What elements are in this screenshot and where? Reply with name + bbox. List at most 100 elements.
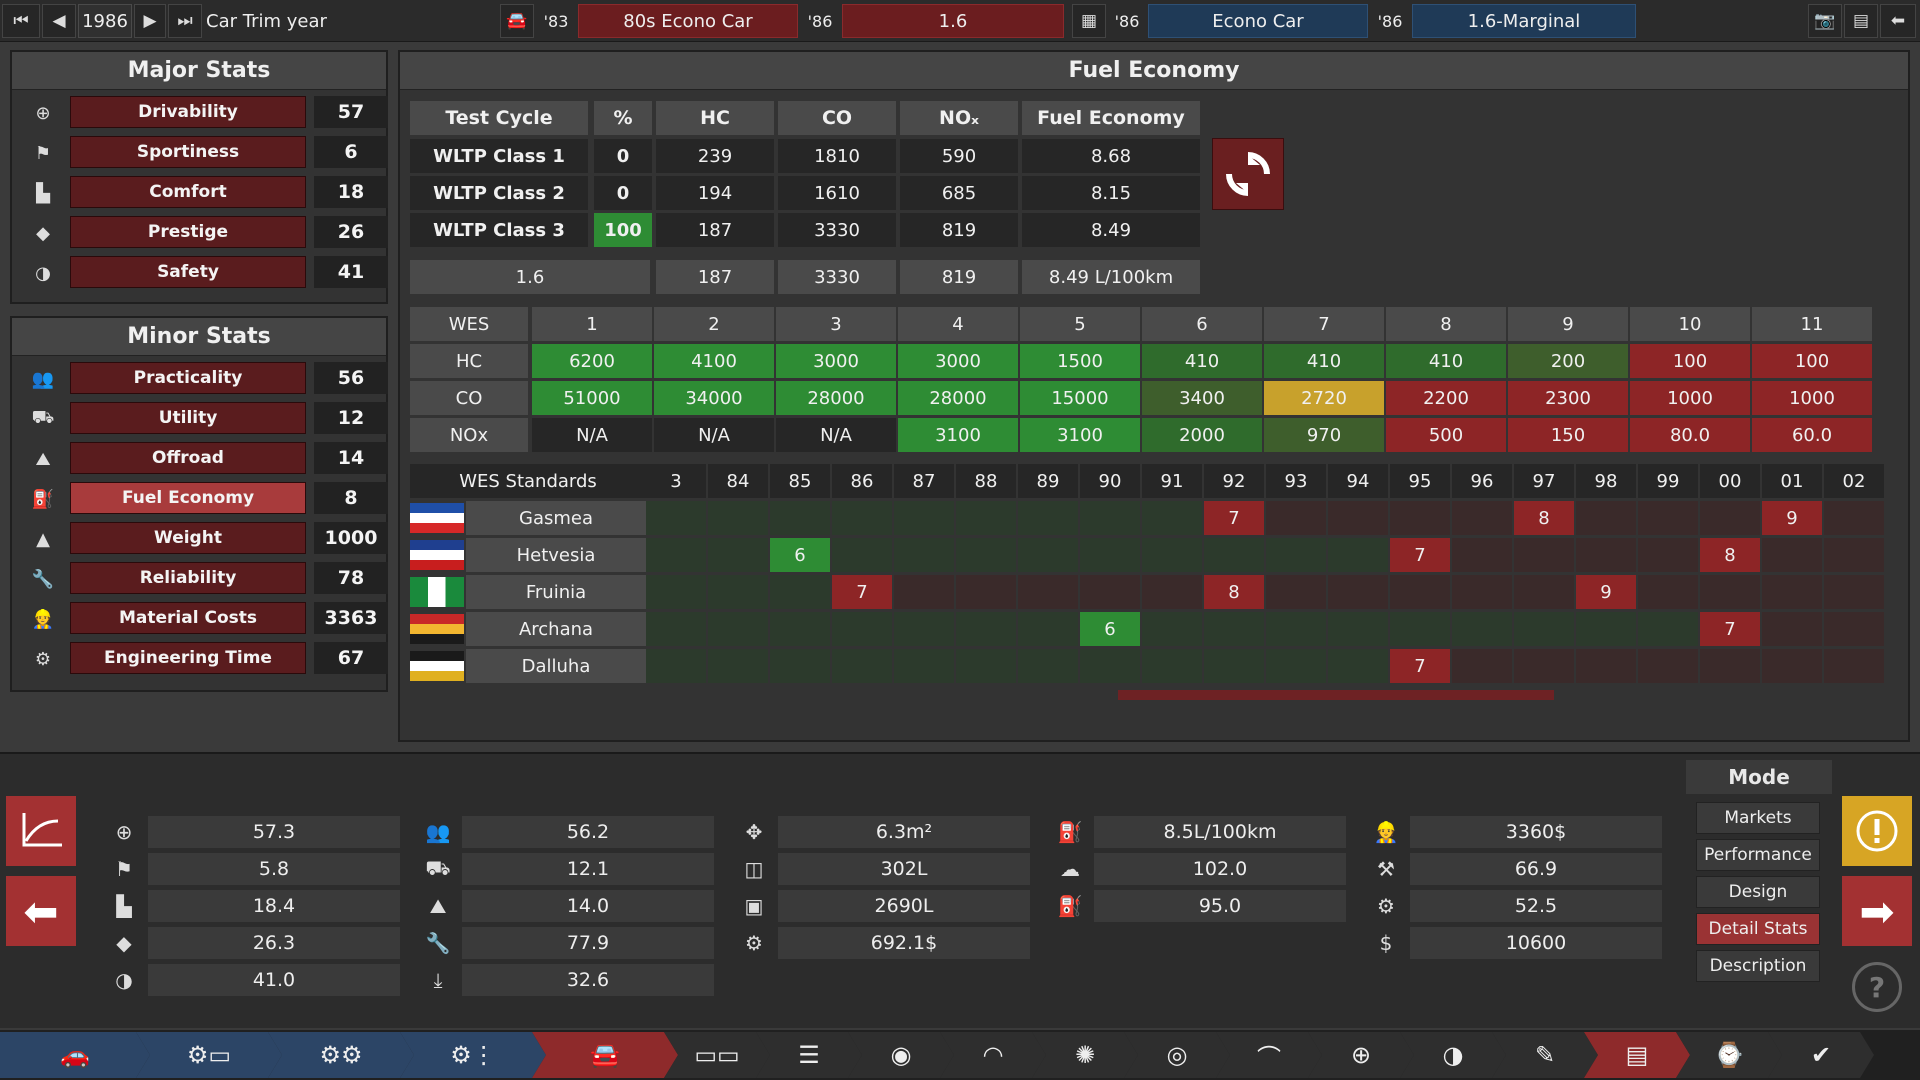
major-stat-button[interactable]: Sportiness: [70, 136, 306, 168]
tab-testing[interactable]: ✎: [1492, 1032, 1598, 1078]
tab-gauge[interactable]: ◠: [940, 1032, 1046, 1078]
minor-stat-button[interactable]: Utility: [70, 402, 306, 434]
standard-empty-cell: [1080, 501, 1140, 535]
test-cycle-value: 194: [656, 176, 774, 210]
tab-finish[interactable]: ✔: [1768, 1032, 1874, 1078]
mode-description-button[interactable]: Description: [1696, 950, 1820, 982]
standard-mark[interactable]: 6: [770, 538, 830, 572]
standard-mark[interactable]: 9: [1576, 575, 1636, 609]
model-button[interactable]: 🚘: [500, 4, 534, 38]
mode-markets-button[interactable]: Markets: [1696, 802, 1820, 834]
standard-mark[interactable]: 7: [1390, 538, 1450, 572]
major-stat-value: 6: [314, 136, 388, 168]
mode-design-button[interactable]: Design: [1696, 876, 1820, 908]
standard-mark[interactable]: 7: [1204, 501, 1264, 535]
mode-performance-button[interactable]: Performance: [1696, 839, 1820, 871]
tab-aero[interactable]: ⌒: [1216, 1032, 1322, 1078]
standard-mark[interactable]: 8: [1700, 538, 1760, 572]
wes-level-header: 1: [532, 307, 652, 341]
standards-year-header: 93: [1266, 464, 1326, 498]
major-stat-button[interactable]: Comfort: [70, 176, 306, 208]
standard-empty-cell: [1142, 575, 1202, 609]
tab-trim[interactable]: 🚘: [532, 1032, 678, 1078]
back-button[interactable]: ⬅: [1880, 4, 1916, 38]
mode-detail-stats-button[interactable]: Detail Stats: [1696, 913, 1820, 945]
tab-engine-parts[interactable]: ⚙⋮: [400, 1032, 546, 1078]
next-page-button[interactable]: ➡: [1842, 876, 1912, 946]
engine-name[interactable]: 1.6: [842, 4, 1064, 38]
standard-mark[interactable]: 6: [1080, 612, 1140, 646]
minor-stat-button[interactable]: Fuel Economy: [70, 482, 306, 514]
tab-car-model[interactable]: 🚗: [0, 1032, 150, 1078]
standard-empty-cell: [1142, 501, 1202, 535]
wes-limit-cell: 2000: [1142, 418, 1262, 452]
previous-page-button[interactable]: ⬅: [6, 876, 76, 946]
minor-stat-button[interactable]: Practicality: [70, 362, 306, 394]
tab-model-body[interactable]: ⚙▭: [136, 1032, 282, 1078]
tab-interior[interactable]: ⊕: [1308, 1032, 1414, 1078]
tab-safety[interactable]: ◑: [1400, 1032, 1506, 1078]
minor-stat-button[interactable]: Reliability: [70, 562, 306, 594]
standards-year-header: 3: [646, 464, 706, 498]
screenshot-button[interactable]: 📷: [1808, 4, 1842, 38]
chart-view-button[interactable]: [6, 796, 76, 866]
first-year-button[interactable]: ⏮: [2, 4, 40, 38]
bottom-stat-value: 5.8: [148, 853, 400, 885]
standards-year-header: 98: [1576, 464, 1636, 498]
standards-scrollbar[interactable]: [1118, 690, 1554, 700]
chart-axes-icon: [22, 813, 62, 847]
country-flag-icon: [410, 503, 464, 533]
major-stat-button[interactable]: Safety: [70, 256, 306, 288]
standard-mark[interactable]: 8: [1204, 575, 1264, 609]
wes-row-label: NOx: [410, 418, 528, 452]
standard-empty-cell: [646, 501, 706, 535]
tab-drivetrain[interactable]: ☰: [756, 1032, 862, 1078]
country-name: Hetvesia: [466, 538, 646, 572]
minor-stat-value: 67: [314, 642, 388, 674]
standard-mark[interactable]: 7: [1700, 612, 1760, 646]
minor-stat-button[interactable]: Engineering Time: [70, 642, 306, 674]
standards-year-header: 02: [1824, 464, 1884, 498]
standard-empty-cell: [1204, 649, 1264, 683]
minor-stat-button[interactable]: Material Costs: [70, 602, 306, 634]
country-name: Fruinia: [466, 575, 646, 609]
tab-engine[interactable]: ◉: [848, 1032, 954, 1078]
wes-limit-cell: N/A: [532, 418, 652, 452]
recalculate-button[interactable]: [1212, 138, 1284, 210]
tab-engine-family[interactable]: ⚙⚙: [268, 1032, 414, 1078]
wes-limit-cell: 500: [1386, 418, 1506, 452]
standard-empty-cell: [1514, 575, 1574, 609]
trim-name[interactable]: Econo Car: [1148, 4, 1368, 38]
trim-button[interactable]: ▦: [1072, 4, 1106, 38]
tab-stats[interactable]: ▤: [1584, 1032, 1690, 1078]
prev-year-button[interactable]: ◀: [42, 4, 76, 38]
major-stat-button[interactable]: Prestige: [70, 216, 306, 248]
standard-mark[interactable]: 7: [1390, 649, 1450, 683]
variant-name[interactable]: 1.6-Marginal: [1412, 4, 1636, 38]
warning-button[interactable]: [1842, 796, 1912, 866]
standard-mark[interactable]: 7: [832, 575, 892, 609]
tab-wheels[interactable]: ✺: [1032, 1032, 1138, 1078]
minor-stat-button[interactable]: Offroad: [70, 442, 306, 474]
wes-limit-cell: 410: [1386, 344, 1506, 378]
model-name[interactable]: 80s Econo Car: [578, 4, 798, 38]
help-button[interactable]: ?: [1852, 962, 1902, 1012]
engine-parts-icon: ⚙⋮: [450, 1041, 496, 1069]
tab-brakes[interactable]: ◎: [1124, 1032, 1230, 1078]
wes-level-header: 3: [776, 307, 896, 341]
standard-empty-cell: [1700, 501, 1760, 535]
minor-stat-value: 8: [314, 482, 388, 514]
standard-mark[interactable]: 9: [1762, 501, 1822, 535]
wes-level-header: 4: [898, 307, 1018, 341]
standards-year-header: 91: [1142, 464, 1202, 498]
minor-stat-button[interactable]: Weight: [70, 522, 306, 554]
next-year-button[interactable]: ▶: [134, 4, 166, 38]
standard-mark[interactable]: 8: [1514, 501, 1574, 535]
major-stat-button[interactable]: Drivability: [70, 96, 306, 128]
bottom-stat-value: 95.0: [1094, 890, 1346, 922]
calculator-button[interactable]: ▤: [1844, 4, 1878, 38]
tab-performance[interactable]: ⌚: [1676, 1032, 1782, 1078]
last-year-button[interactable]: ⏭: [168, 4, 202, 38]
standard-empty-cell: [1762, 575, 1822, 609]
tab-chassis[interactable]: ▭▭: [664, 1032, 770, 1078]
